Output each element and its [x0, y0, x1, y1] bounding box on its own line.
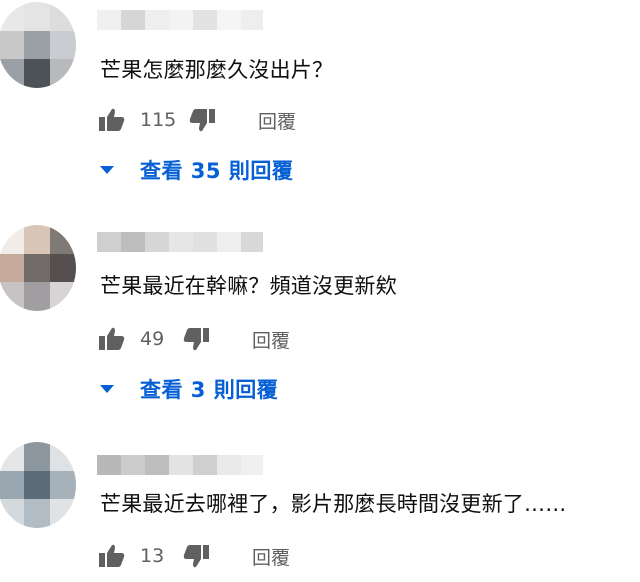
thumbs-up-icon[interactable] — [98, 325, 126, 353]
comment-actions: 49 回覆 — [98, 324, 290, 354]
commenter-avatar[interactable] — [0, 225, 76, 311]
comment-text: 芒果怎麼那麼久沒出片？ — [100, 58, 334, 82]
comment-text: 芒果最近在幹嘛？頻道沒更新欸 — [100, 274, 397, 298]
commenter-avatar[interactable] — [0, 2, 76, 88]
reply-button[interactable]: 回覆 — [258, 107, 296, 134]
thumbs-down-icon[interactable] — [182, 542, 210, 570]
like-count: 49 — [140, 328, 165, 350]
thumbs-down-icon[interactable] — [182, 325, 210, 353]
view-replies-button[interactable]: 查看 3 則回覆 — [98, 374, 278, 404]
reply-button[interactable]: 回覆 — [252, 326, 290, 353]
reply-button[interactable]: 回覆 — [252, 543, 290, 570]
like-count: 13 — [140, 545, 165, 567]
comment-text: 芒果最近去哪裡了，影片那麼長時間沒更新了…… — [100, 492, 567, 516]
commenter-name-blurred[interactable] — [97, 232, 263, 252]
view-replies-label: 查看 3 則回覆 — [140, 378, 279, 402]
comment-actions: 13 回覆 — [98, 541, 290, 571]
thumbs-down-icon[interactable] — [188, 106, 216, 134]
comment-actions: 115 回覆 — [98, 105, 296, 135]
view-replies-button[interactable]: 查看 35 則回覆 — [98, 155, 293, 185]
view-replies-label: 查看 35 則回覆 — [140, 159, 294, 183]
commenter-name-blurred[interactable] — [97, 455, 263, 475]
commenter-avatar[interactable] — [0, 442, 76, 528]
thumbs-up-icon[interactable] — [98, 106, 126, 134]
commenter-name-blurred[interactable] — [97, 10, 263, 30]
chevron-down-icon — [100, 166, 114, 174]
chevron-down-icon — [100, 385, 114, 393]
like-count: 115 — [140, 109, 177, 131]
thumbs-up-icon[interactable] — [98, 542, 126, 570]
